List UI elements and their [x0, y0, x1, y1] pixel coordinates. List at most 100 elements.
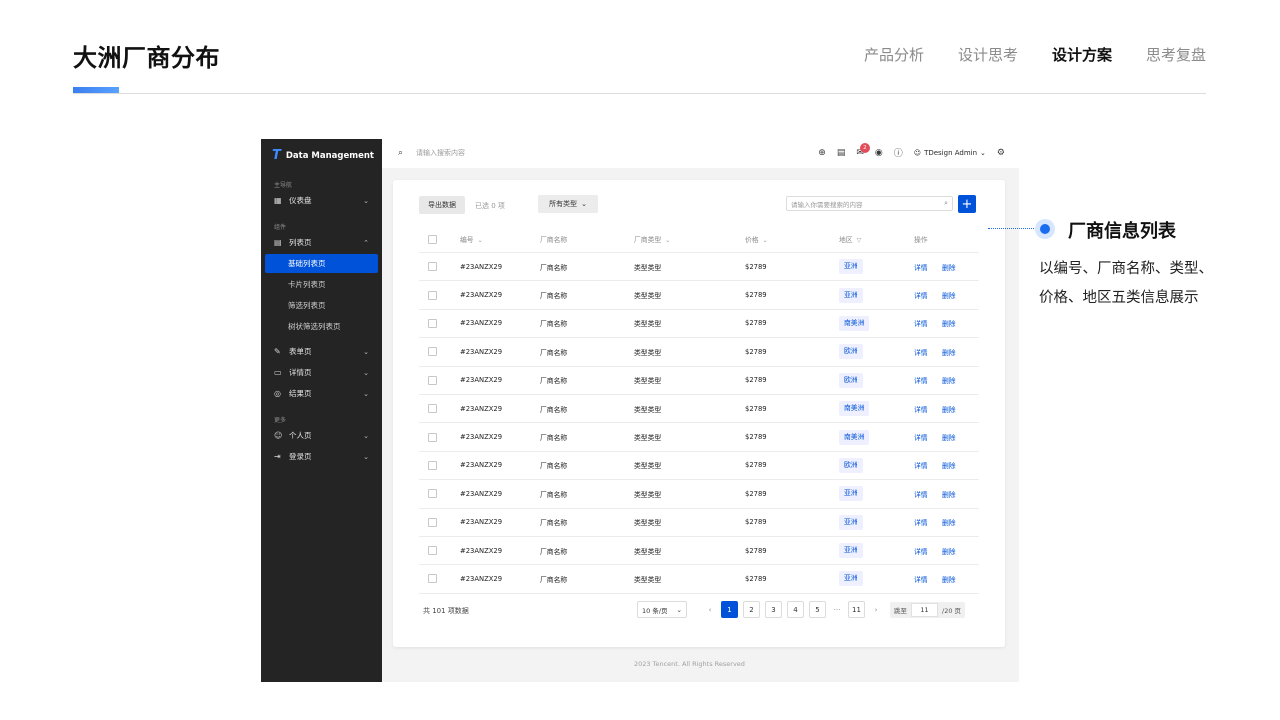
row-checkbox[interactable] — [428, 460, 437, 470]
row-checkbox[interactable] — [428, 347, 437, 357]
detail-link[interactable]: 详情 — [914, 375, 928, 385]
sidebar-item-list[interactable]: ▤ 列表页 ⌃ — [265, 233, 378, 252]
sidebar-item-dashboard[interactable]: ▦ 仪表盘 ⌄ — [265, 191, 378, 210]
page-ellipsis[interactable]: ··· — [831, 601, 843, 618]
header-type[interactable]: 厂商类型 ⌄ — [634, 234, 670, 244]
next-page-icon[interactable]: › — [870, 601, 882, 618]
logo[interactable]: T Data Management — [272, 148, 374, 163]
nav-design-thinking[interactable]: 设计思考 — [958, 44, 1018, 65]
nav-design-plan[interactable]: 设计方案 — [1052, 44, 1112, 65]
row-checkbox[interactable] — [428, 262, 437, 272]
cell-price: $2789 — [745, 574, 767, 583]
table-search-input[interactable]: 请输入你需要搜索的内容 ⌕ — [786, 196, 953, 211]
detail-link[interactable]: 详情 — [914, 460, 928, 470]
global-search-input[interactable]: 请输入搜索内容 — [416, 148, 465, 158]
delete-link[interactable]: 删除 — [942, 574, 956, 584]
detail-link[interactable]: 详情 — [914, 262, 928, 272]
row-checkbox[interactable] — [428, 375, 437, 385]
detail-link[interactable]: 详情 — [914, 347, 928, 357]
sidebar-item-list-filter[interactable]: 筛选列表页 — [265, 296, 378, 315]
page-button-last[interactable]: 11 — [848, 601, 865, 618]
nav-review[interactable]: 思考复盘 — [1146, 44, 1206, 65]
delete-link[interactable]: 删除 — [942, 347, 956, 357]
sidebar-item-list-tree[interactable]: 树状筛选列表页 — [265, 317, 378, 336]
detail-link[interactable]: 详情 — [914, 546, 928, 556]
page-button-2[interactable]: 2 — [743, 601, 760, 618]
page-size-select[interactable]: 10 条/页 ⌄ — [637, 601, 687, 618]
row-checkbox[interactable] — [428, 432, 437, 442]
region-tag: 南美洲 — [839, 315, 870, 331]
delete-link[interactable]: 删除 — [942, 489, 956, 499]
row-checkbox[interactable] — [428, 318, 437, 328]
page-size-value: 10 条/页 — [642, 606, 668, 615]
chevron-down-icon: ⌄ — [980, 148, 986, 157]
detail-link[interactable]: 详情 — [914, 489, 928, 499]
jump-input[interactable]: 11 — [911, 603, 938, 617]
user-menu[interactable]: ☺ TDesign Admin ⌄ — [914, 149, 986, 157]
detail-link[interactable]: 详情 — [914, 574, 928, 584]
cell-no: #23ANZX29 — [460, 574, 503, 583]
settings-icon[interactable]: ⚙ — [997, 148, 1005, 158]
cell-price: $2789 — [745, 319, 767, 328]
sidebar-item-list-basic[interactable]: 基础列表页 — [265, 254, 378, 273]
row-checkbox[interactable] — [428, 404, 437, 414]
delete-link[interactable]: 删除 — [942, 432, 956, 442]
sidebar-item-label: 详情页 — [289, 368, 312, 377]
help-icon[interactable]: ⓘ — [894, 146, 903, 159]
sidebar-item-list-card[interactable]: 卡片列表页 — [265, 275, 378, 294]
delete-link[interactable]: 删除 — [942, 460, 956, 470]
sidebar-item-personal[interactable]: ☺ 个人页 ⌄ — [265, 426, 378, 445]
app-screenshot: T Data Management 主导航 ▦ 仪表盘 ⌄ 组件 ▤ 列表页 ⌃… — [261, 139, 1019, 682]
row-checkbox[interactable] — [428, 517, 437, 527]
mail-icon[interactable]: ✉ 2 — [856, 142, 870, 158]
nav-product-analysis[interactable]: 产品分析 — [864, 44, 924, 65]
detail-link[interactable]: 详情 — [914, 517, 928, 527]
sidebar-item-result[interactable]: ◎ 结果页 ⌄ — [265, 384, 378, 403]
document-icon[interactable]: ▤ — [837, 148, 846, 158]
tdesign-logo-icon: T — [272, 148, 281, 163]
search-icon[interactable]: ⌕ — [398, 148, 403, 158]
dashboard-icon: ▦ — [274, 196, 282, 205]
add-button[interactable]: + — [958, 195, 976, 213]
table-search-placeholder: 请输入你需要搜索的内容 — [791, 200, 863, 209]
detail-link[interactable]: 详情 — [914, 432, 928, 442]
page-button-5[interactable]: 5 — [809, 601, 826, 618]
github-icon[interactable]: ◉ — [875, 148, 883, 158]
header-region[interactable]: 地区 ▽ — [839, 234, 861, 244]
copyright: 2023 Tencent. All Rights Reserved — [634, 660, 745, 668]
user-avatar-icon: ☺ — [913, 148, 922, 157]
row-checkbox[interactable] — [428, 290, 437, 300]
page-button-3[interactable]: 3 — [765, 601, 782, 618]
cell-name: 厂商名称 — [540, 547, 568, 556]
sidebar-item-form[interactable]: ✎ 表单页 ⌄ — [265, 342, 378, 361]
sidebar-item-login[interactable]: ⇥ 登录页 ⌄ — [265, 447, 378, 466]
delete-link[interactable]: 删除 — [942, 375, 956, 385]
cell-no: #23ANZX29 — [460, 376, 503, 385]
sidebar-item-detail[interactable]: ▭ 详情页 ⌄ — [265, 363, 378, 382]
export-button[interactable]: 导出数据 — [419, 196, 465, 214]
cell-type: 类型类型 — [634, 519, 662, 528]
row-checkbox[interactable] — [428, 546, 437, 556]
type-select[interactable]: 所有类型 ⌄ — [538, 195, 598, 213]
detail-link[interactable]: 详情 — [914, 290, 928, 300]
delete-link[interactable]: 删除 — [942, 404, 956, 414]
cell-name: 厂商名称 — [540, 575, 568, 584]
delete-link[interactable]: 删除 — [942, 517, 956, 527]
page-button-1[interactable]: 1 — [721, 601, 738, 618]
delete-link[interactable]: 删除 — [942, 290, 956, 300]
page-button-4[interactable]: 4 — [787, 601, 804, 618]
delete-link[interactable]: 删除 — [942, 318, 956, 328]
select-all-checkbox[interactable] — [428, 234, 437, 244]
row-checkbox[interactable] — [428, 574, 437, 584]
prev-page-icon[interactable]: ‹ — [704, 601, 716, 618]
row-checkbox[interactable] — [428, 489, 437, 499]
header-no[interactable]: 编号 ⌄ — [460, 234, 483, 244]
cell-name: 厂商名称 — [540, 348, 568, 357]
header-price[interactable]: 价格 ⌄ — [745, 234, 768, 244]
detail-link[interactable]: 详情 — [914, 404, 928, 414]
delete-link[interactable]: 删除 — [942, 546, 956, 556]
chevron-down-icon: ⌄ — [363, 452, 369, 461]
detail-link[interactable]: 详情 — [914, 318, 928, 328]
delete-link[interactable]: 删除 — [942, 262, 956, 272]
globe-icon[interactable]: ⊕ — [818, 148, 826, 158]
